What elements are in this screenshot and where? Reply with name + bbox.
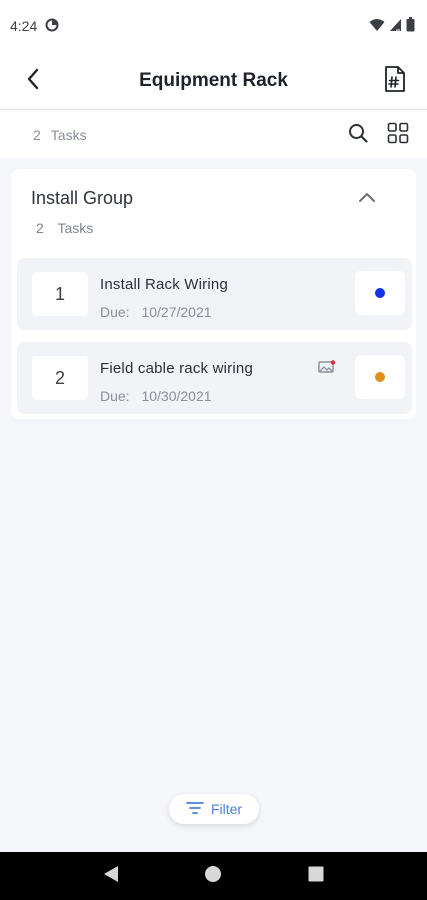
nav-back-button[interactable] <box>91 856 131 896</box>
group-task-count: 2 Tasks <box>36 220 93 236</box>
due-date: 10/27/2021 <box>141 304 212 320</box>
page-title: Equipment Rack <box>139 69 288 91</box>
data-saver-icon <box>45 18 59 35</box>
search-button[interactable] <box>345 121 371 147</box>
back-chevron-icon <box>26 68 40 95</box>
search-icon <box>348 123 368 146</box>
chevron-up-icon <box>358 190 376 208</box>
collapse-group-button[interactable] <box>356 188 378 210</box>
nav-recents-button[interactable] <box>296 856 336 896</box>
status-time: 4:24 <box>10 18 38 34</box>
nav-home-button[interactable] <box>193 856 233 896</box>
tasks-summary-bar: 2 Tasks <box>0 111 427 158</box>
task-number: 1 <box>32 272 88 316</box>
filter-lines-icon <box>186 801 204 818</box>
task-status-button[interactable] <box>355 271 405 315</box>
task-due: Due: 10/30/2021 <box>100 388 212 404</box>
status-dot <box>375 372 385 382</box>
status-dot <box>375 288 385 298</box>
grid-view-button[interactable] <box>385 121 411 147</box>
task-due: Due: 10/27/2021 <box>100 304 212 320</box>
tasks-label: Tasks <box>50 126 87 143</box>
nav-home-icon <box>204 865 222 888</box>
tasks-count: 2 <box>33 126 41 143</box>
due-date: 10/30/2021 <box>141 388 212 404</box>
status-left: 4:24 <box>10 18 59 35</box>
task-status-button[interactable] <box>355 355 405 399</box>
group-count-label: Tasks <box>57 220 94 236</box>
task-group-card: Install Group 2 Tasks 1 Install Rack Wir… <box>11 169 416 419</box>
filter-button[interactable]: Filter <box>169 794 259 824</box>
app-bar: Equipment Rack <box>0 52 427 110</box>
battery-icon <box>406 17 415 35</box>
signal-icon <box>389 18 402 35</box>
group-count-number: 2 <box>36 220 44 236</box>
task-row[interactable]: 1 Install Rack Wiring Due: 10/27/2021 <box>17 258 412 330</box>
status-bar: 4:24 <box>0 0 427 52</box>
summary-actions <box>345 121 411 147</box>
status-right <box>369 17 415 35</box>
document-hash-icon <box>384 65 406 98</box>
back-button[interactable] <box>20 67 46 95</box>
task-name: Field cable rack wiring <box>100 360 253 377</box>
nav-back-icon <box>103 865 119 888</box>
due-label: Due: <box>100 388 130 404</box>
nav-recents-icon <box>308 866 324 887</box>
group-title: Install Group <box>31 188 134 208</box>
document-number-button[interactable] <box>381 65 409 98</box>
task-row[interactable]: 2 Field cable rack wiring Due: 10/30/202… <box>17 342 412 414</box>
system-nav-bar <box>0 852 427 900</box>
image-attachment-icon <box>318 360 336 379</box>
wifi-icon <box>369 18 385 35</box>
grid-view-icon <box>387 122 409 147</box>
task-number: 2 <box>32 356 88 400</box>
task-name: Install Rack Wiring <box>100 276 228 293</box>
filter-label: Filter <box>210 801 243 817</box>
due-label: Due: <box>100 304 130 320</box>
